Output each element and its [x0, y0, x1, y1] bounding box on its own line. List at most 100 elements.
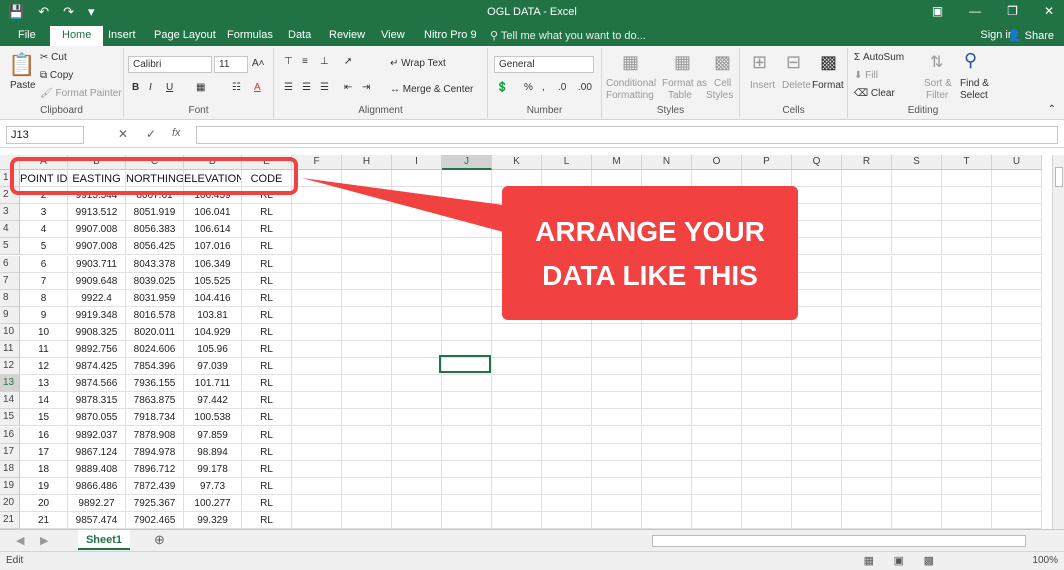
data-cell[interactable]: 7936.155 — [126, 375, 184, 393]
data-cell[interactable]: RL — [242, 426, 292, 444]
data-cell[interactable]: 8039.025 — [126, 272, 184, 290]
data-cell[interactable] — [292, 289, 342, 307]
data-cell[interactable] — [392, 323, 442, 341]
header-cell[interactable] — [642, 170, 692, 187]
data-cell[interactable]: RL — [242, 238, 292, 256]
data-cell[interactable] — [692, 323, 742, 341]
data-cell[interactable] — [392, 272, 442, 290]
tab-home[interactable]: Home — [50, 26, 104, 46]
data-cell[interactable] — [692, 426, 742, 444]
data-cell[interactable] — [692, 477, 742, 495]
data-cell[interactable]: 3 — [20, 204, 68, 222]
data-cell[interactable]: 9892.037 — [68, 426, 126, 444]
data-cell[interactable] — [542, 494, 592, 512]
data-cell[interactable] — [792, 409, 842, 427]
data-cell[interactable] — [892, 187, 942, 205]
data-cell[interactable] — [392, 494, 442, 512]
data-cell[interactable] — [892, 460, 942, 478]
data-cell[interactable] — [342, 409, 392, 427]
data-cell[interactable] — [642, 460, 692, 478]
data-cell[interactable] — [992, 460, 1042, 478]
insert-cells-button[interactable]: Insert — [750, 80, 775, 91]
data-cell[interactable]: 9913.512 — [68, 204, 126, 222]
data-cell[interactable]: RL — [242, 358, 292, 376]
data-cell[interactable]: 9909.648 — [68, 272, 126, 290]
data-cell[interactable]: RL — [242, 204, 292, 222]
data-cell[interactable] — [642, 477, 692, 495]
column-header[interactable]: T — [942, 155, 992, 170]
data-cell[interactable] — [942, 392, 992, 410]
data-cell[interactable]: 8043.378 — [126, 255, 184, 273]
data-cell[interactable] — [642, 443, 692, 461]
data-cell[interactable]: 9922.4 — [68, 289, 126, 307]
fill-color-icon[interactable]: ☷ — [232, 82, 241, 93]
data-cell[interactable] — [792, 375, 842, 393]
vertical-scrollbar[interactable] — [1052, 155, 1064, 529]
data-cell[interactable] — [742, 341, 792, 358]
data-cell[interactable] — [642, 494, 692, 512]
data-cell[interactable] — [992, 409, 1042, 427]
data-cell[interactable] — [992, 272, 1042, 290]
data-cell[interactable] — [892, 238, 942, 256]
data-cell[interactable] — [892, 494, 942, 512]
merge-center-button[interactable]: ↔ Merge & Center — [390, 84, 473, 95]
data-cell[interactable] — [792, 204, 842, 222]
data-cell[interactable] — [842, 392, 892, 410]
data-cell[interactable] — [992, 426, 1042, 444]
data-cell[interactable] — [592, 341, 642, 358]
formula-input[interactable] — [196, 126, 1058, 144]
data-cell[interactable]: 16 — [20, 426, 68, 444]
tab-data[interactable]: Data — [288, 29, 311, 41]
data-cell[interactable] — [792, 323, 842, 341]
data-cell[interactable] — [492, 426, 542, 444]
data-cell[interactable] — [292, 443, 342, 461]
data-cell[interactable] — [392, 375, 442, 393]
data-cell[interactable]: 97.859 — [184, 426, 242, 444]
data-cell[interactable] — [692, 341, 742, 358]
align-top-icon[interactable]: ⊤ — [284, 56, 293, 67]
data-cell[interactable]: 18 — [20, 460, 68, 478]
data-cell[interactable] — [742, 443, 792, 461]
data-cell[interactable] — [792, 255, 842, 273]
data-cell[interactable] — [992, 323, 1042, 341]
data-cell[interactable] — [542, 460, 592, 478]
data-cell[interactable]: 7894.978 — [126, 443, 184, 461]
data-cell[interactable] — [442, 477, 492, 495]
data-cell[interactable] — [392, 255, 442, 273]
data-cell[interactable] — [492, 358, 542, 376]
data-cell[interactable]: 9866.486 — [68, 477, 126, 495]
data-cell[interactable] — [742, 409, 792, 427]
data-cell[interactable] — [992, 375, 1042, 393]
data-cell[interactable] — [842, 289, 892, 307]
data-cell[interactable] — [992, 341, 1042, 358]
data-cell[interactable] — [292, 512, 342, 529]
data-cell[interactable] — [442, 409, 492, 427]
data-cell[interactable] — [892, 409, 942, 427]
data-cell[interactable] — [742, 426, 792, 444]
data-cell[interactable] — [592, 409, 642, 427]
data-cell[interactable] — [342, 392, 392, 410]
data-cell[interactable] — [892, 323, 942, 341]
percent-icon[interactable]: % — [524, 82, 533, 93]
data-cell[interactable]: 15 — [20, 409, 68, 427]
data-cell[interactable] — [842, 358, 892, 376]
tab-view[interactable]: View — [381, 29, 405, 41]
data-cell[interactable]: 105.96 — [184, 341, 242, 358]
data-cell[interactable] — [392, 460, 442, 478]
align-right-icon[interactable]: ☰ — [320, 82, 329, 93]
data-cell[interactable]: 9908.325 — [68, 323, 126, 341]
data-cell[interactable] — [492, 443, 542, 461]
data-cell[interactable] — [342, 460, 392, 478]
data-cell[interactable] — [542, 512, 592, 529]
format-as-table-icon[interactable]: ▦ — [674, 52, 691, 73]
column-header[interactable]: M — [592, 155, 642, 170]
data-cell[interactable] — [992, 443, 1042, 461]
data-cell[interactable]: 9 — [20, 306, 68, 324]
font-size-select[interactable]: 11 — [214, 56, 248, 73]
data-cell[interactable] — [542, 341, 592, 358]
format-cells-button[interactable]: Format — [812, 80, 844, 91]
data-cell[interactable] — [392, 341, 442, 358]
data-cell[interactable] — [392, 409, 442, 427]
data-cell[interactable]: 98.894 — [184, 443, 242, 461]
tab-review[interactable]: Review — [329, 29, 365, 41]
